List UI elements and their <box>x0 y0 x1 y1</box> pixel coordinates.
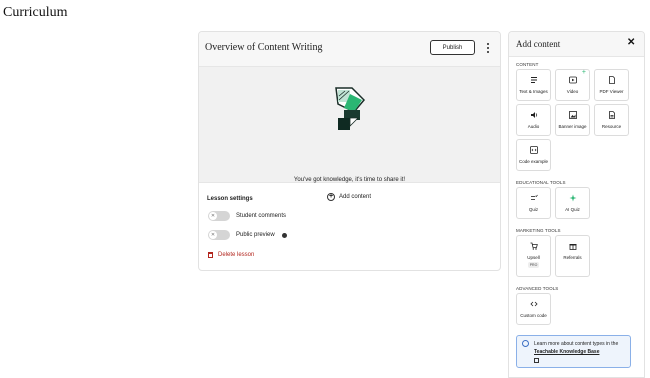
close-icon[interactable]: ✕ <box>627 37 635 48</box>
new-indicator-icon: + <box>581 69 586 76</box>
tile-label: Code example <box>518 159 549 164</box>
publish-button[interactable]: Publish <box>430 40 475 55</box>
tile-label: Custom code <box>520 313 547 318</box>
pro-badge: PRO <box>527 262 540 268</box>
tile-label: AI Quiz <box>565 207 580 212</box>
section-content-label: CONTENT <box>516 62 539 67</box>
trash-icon <box>208 252 213 258</box>
tile-pdf-viewer[interactable]: PDF Viewer <box>594 69 629 101</box>
add-content-panel: Add content ✕ CONTENT Text & Images + Vi… <box>508 31 645 378</box>
panel-header: Add content ✕ <box>509 32 644 57</box>
add-content-button[interactable]: + Add content <box>327 193 371 201</box>
tile-text-images[interactable]: Text & Images <box>516 69 551 101</box>
info-text: Learn more about content types in the <box>534 341 619 347</box>
toggle-off-icon: ✕ <box>209 231 217 239</box>
lesson-title[interactable]: Overview of Content Writing <box>205 42 322 53</box>
tile-label: Resource <box>601 124 622 129</box>
knowledge-base-info: Learn more about content types in the Te… <box>516 335 631 368</box>
video-play-icon <box>568 76 577 84</box>
public-preview-toggle[interactable]: ✕ <box>208 230 230 240</box>
tile-code-example[interactable]: Code example <box>516 139 551 171</box>
add-content-label: Add content <box>339 194 372 200</box>
student-comments-toggle[interactable]: ✕ <box>208 211 230 221</box>
settings-heading: Lesson settings <box>207 196 253 202</box>
public-preview-label: Public preview <box>236 232 275 238</box>
more-options-icon[interactable] <box>483 41 493 55</box>
tile-label: Text & Images <box>519 89 548 94</box>
tile-resource[interactable]: Resource <box>594 104 629 136</box>
tile-label: Referrals <box>563 255 582 260</box>
student-comments-label: Student comments <box>236 213 287 219</box>
info-icon <box>522 340 529 347</box>
tile-referrals[interactable]: Referrals <box>555 235 590 277</box>
panel-title: Add content <box>516 39 561 49</box>
plus-circle-icon: + <box>327 193 335 201</box>
public-preview-setting: ✕ Public preview <box>208 230 287 240</box>
tile-quiz[interactable]: Quiz <box>516 187 551 219</box>
tile-label: Upsell <box>527 255 540 260</box>
tile-video[interactable]: + Video <box>555 69 590 101</box>
empty-message: You've got knowledge, it's time to share… <box>293 177 406 183</box>
sparkle-icon <box>569 194 576 202</box>
document-icon <box>608 76 615 84</box>
lesson-card: Overview of Content Writing Publish You'… <box>198 31 501 271</box>
lesson-empty-state: You've got knowledge, it's time to share… <box>199 67 500 201</box>
quiz-checklist-icon <box>530 194 538 200</box>
tile-upsell[interactable]: Upsell PRO <box>516 235 551 277</box>
gift-icon <box>569 244 576 250</box>
tile-ai-quiz[interactable]: AI Quiz <box>555 187 590 219</box>
tile-audio[interactable]: Audio <box>516 104 551 136</box>
knowledge-base-link[interactable]: Teachable Knowledge Base <box>534 349 599 355</box>
page-title: Curriculum <box>3 5 68 20</box>
knowledge-illustration-icon <box>335 87 366 130</box>
section-advanced-label: ADVANCED TOOLS <box>516 286 559 291</box>
text-lines-icon <box>530 77 537 83</box>
external-link-icon[interactable] <box>534 358 539 363</box>
image-icon <box>568 111 577 119</box>
tile-label: Audio <box>527 124 540 129</box>
tile-label: Banner image <box>558 124 587 129</box>
cart-icon <box>530 242 538 250</box>
tile-label: Quiz <box>528 207 539 212</box>
resource-file-icon <box>608 111 615 119</box>
code-brackets-icon <box>529 301 538 307</box>
speaker-icon <box>530 112 537 118</box>
code-box-icon <box>529 146 538 154</box>
tile-label: PDF Viewer <box>599 89 624 94</box>
help-icon[interactable] <box>281 232 287 238</box>
delete-lesson-button[interactable]: Delete lesson <box>208 252 254 258</box>
student-comments-setting: ✕ Student comments <box>208 211 286 221</box>
delete-lesson-label: Delete lesson <box>218 252 255 258</box>
tile-banner-image[interactable]: Banner image <box>555 104 590 136</box>
toggle-off-icon: ✕ <box>209 212 217 220</box>
tile-custom-code[interactable]: Custom code <box>516 293 551 325</box>
section-educational-label: EDUCATIONAL TOOLS <box>516 180 566 185</box>
section-marketing-label: MARKETING TOOLS <box>516 228 561 233</box>
tile-label: Video <box>566 89 579 94</box>
lesson-header: Overview of Content Writing Publish <box>199 32 500 67</box>
